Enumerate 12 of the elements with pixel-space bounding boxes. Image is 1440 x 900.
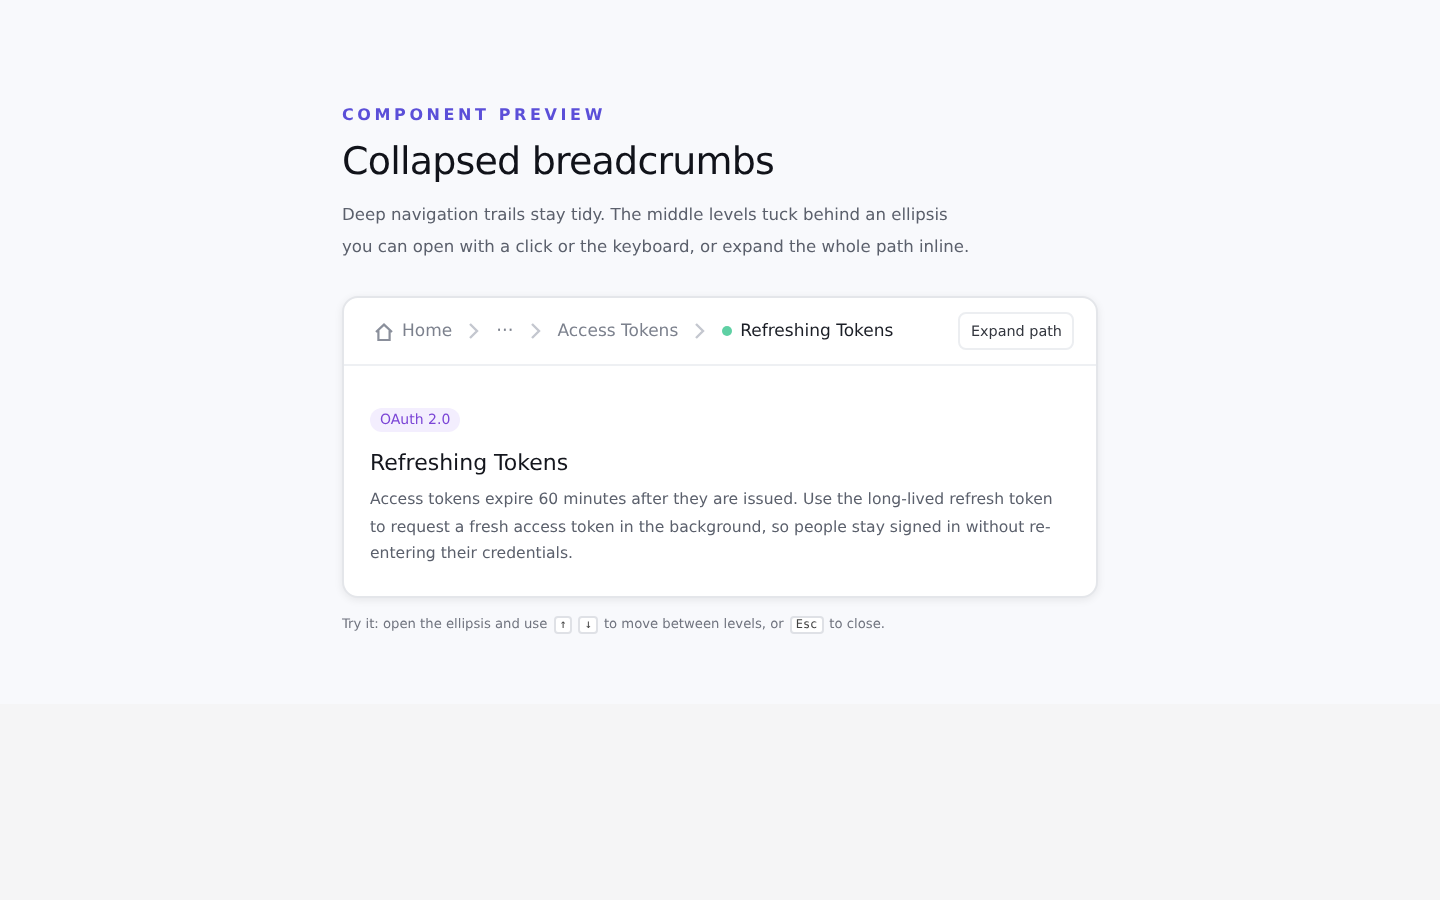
chevron-icon <box>529 322 542 340</box>
card-title: Refreshing Tokens <box>370 450 571 476</box>
chevron-icon <box>694 322 707 340</box>
home-link[interactable]: Home <box>374 321 453 341</box>
current-page: Refreshing Tokens <box>740 321 894 341</box>
eyebrow-label: COMPONENT PREVIEW <box>342 106 608 124</box>
page-title: Collapsed breadcrumbs <box>342 140 777 184</box>
chevron-icon <box>468 322 481 340</box>
description-text: Deep navigation trails stay tidy. The middle levels tuck behind an ellipsis you can open with a click or the keyboard, or expand the whole path inline. <box>342 202 972 260</box>
ellipsis-button[interactable]: ··· <box>496 321 514 341</box>
breadcrumb-link[interactable]: Access Tokens <box>557 321 679 341</box>
home-icon <box>374 321 394 341</box>
